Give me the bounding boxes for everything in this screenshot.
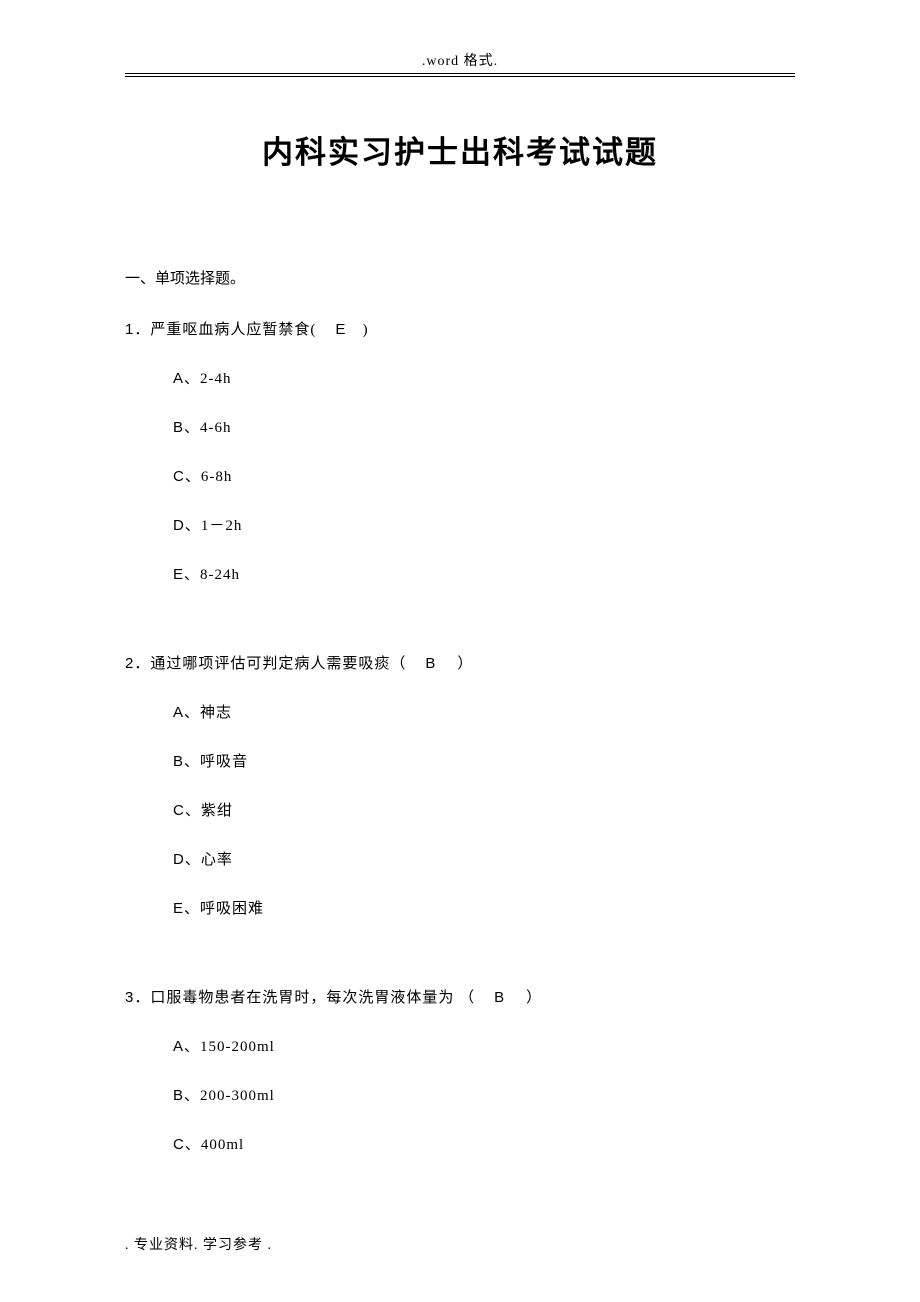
answer-letter: E: [335, 321, 348, 338]
question-1: 1．严重呕血病人应暂禁食( E ): [125, 318, 795, 339]
question-number: 3: [125, 989, 134, 1006]
header-text: .word 格式.: [125, 50, 795, 70]
question-2: 2．通过哪项评估可判定病人需要吸痰（ B ）: [125, 652, 795, 673]
footer-text: . 专业资料. 学习参考 .: [125, 1234, 272, 1254]
header-divider-1: [125, 73, 795, 74]
question-text: ．严重呕血病人应暂禁食(: [134, 322, 316, 338]
document-title: 内科实习护士出科考试试题: [125, 127, 795, 172]
option-1d: D、1－2h: [173, 514, 795, 535]
closing-bracket: ）: [457, 656, 473, 672]
question-text: ．口服毒物患者在洗胃时，每次洗胃液体量为 （: [134, 990, 475, 1006]
question-number: 1: [125, 321, 134, 338]
section-heading: 一、单项选择题。: [125, 267, 795, 288]
closing-bracket: ）: [526, 990, 542, 1006]
header-divider-2: [125, 76, 795, 77]
option-1c: C、6-8h: [173, 465, 795, 486]
option-2a: A、神志: [173, 701, 795, 722]
closing-bracket: ): [363, 322, 369, 338]
question-number: 2: [125, 655, 134, 672]
option-1b: B、4-6h: [173, 416, 795, 437]
answer-letter: B: [425, 655, 438, 672]
option-2c: C、紫绀: [173, 799, 795, 820]
answer-letter: B: [494, 989, 507, 1006]
option-2e: E、呼吸困难: [173, 897, 795, 918]
option-3b: B、200-300ml: [173, 1084, 795, 1105]
option-3a: A、150-200ml: [173, 1035, 795, 1056]
option-3c: C、400ml: [173, 1133, 795, 1154]
question-text: ．通过哪项评估可判定病人需要吸痰（: [134, 656, 406, 672]
question-3: 3．口服毒物患者在洗胃时，每次洗胃液体量为 （ B ）: [125, 986, 795, 1007]
option-1a: A、2-4h: [173, 367, 795, 388]
option-2b: B、呼吸音: [173, 750, 795, 771]
option-1e: E、8-24h: [173, 563, 795, 584]
option-2d: D、心率: [173, 848, 795, 869]
